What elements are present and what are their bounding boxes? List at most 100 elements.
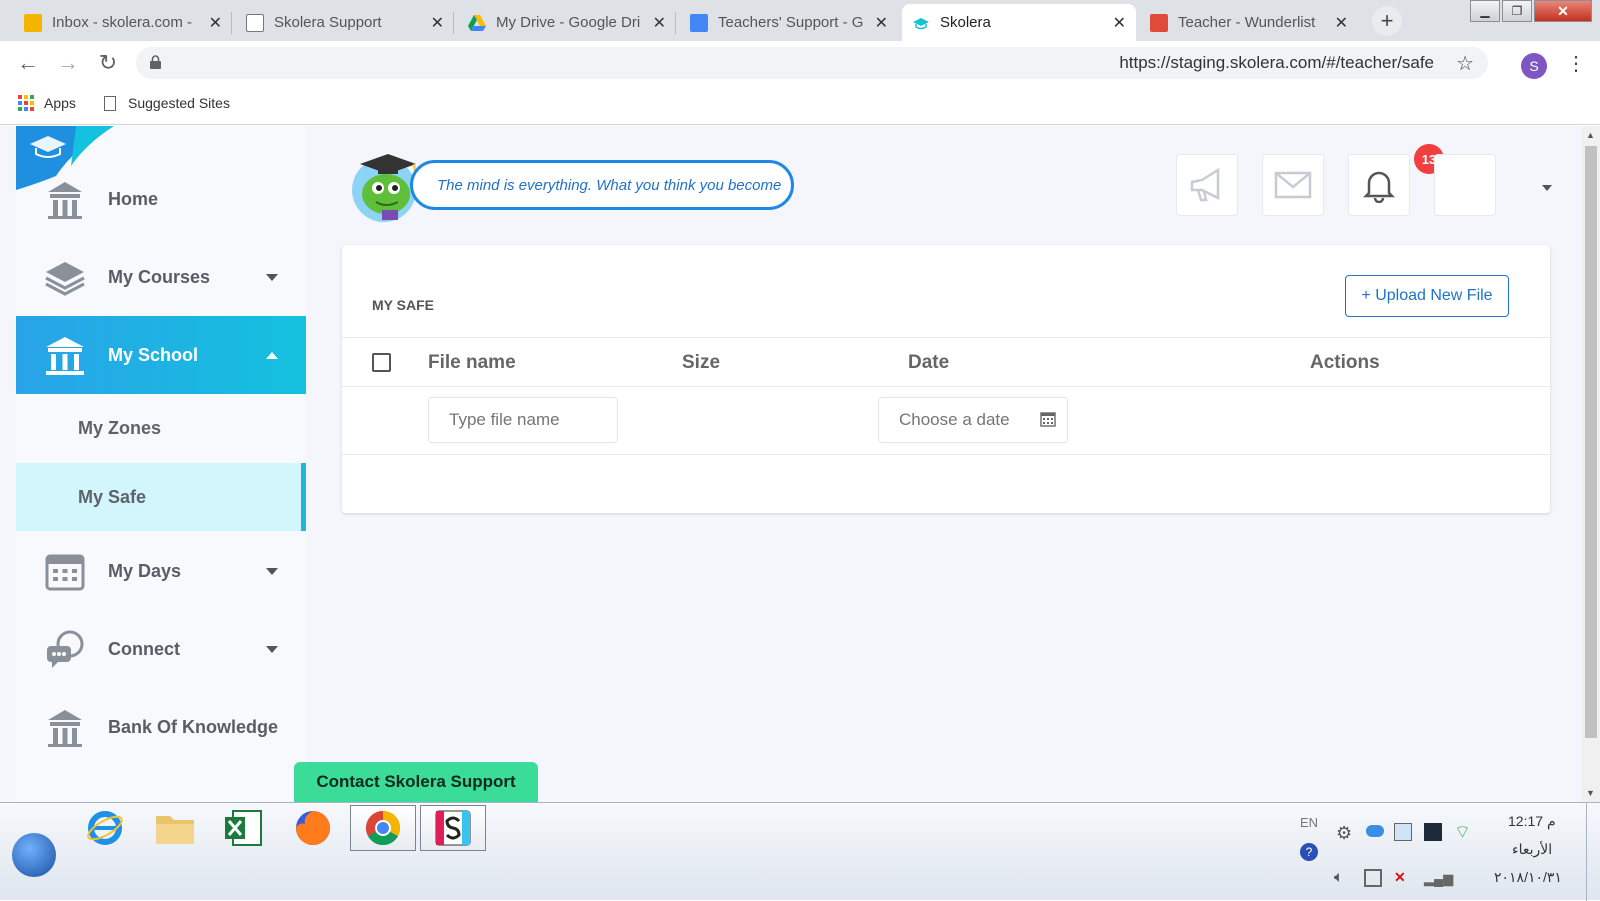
chevron-up-icon[interactable] bbox=[266, 351, 278, 359]
taskbar-excel[interactable] bbox=[210, 805, 276, 851]
google-drive-favicon-icon bbox=[468, 14, 486, 31]
sidebar: Home My Courses My School My Zones My Sa… bbox=[16, 126, 306, 802]
bookmark-apps[interactable]: Apps bbox=[18, 95, 76, 111]
monitor-icon[interactable] bbox=[1424, 823, 1442, 841]
tab-close-icon[interactable]: ✕ bbox=[653, 13, 666, 33]
bookmark-star-icon[interactable]: ☆ bbox=[1456, 51, 1474, 76]
select-all-checkbox[interactable] bbox=[372, 353, 391, 372]
tab-teachers-support[interactable]: Teachers' Support - G ✕ bbox=[680, 4, 898, 41]
tab-close-icon[interactable]: ✕ bbox=[875, 13, 888, 33]
scrollbar-thumb[interactable] bbox=[1585, 146, 1597, 738]
apps-grid-icon bbox=[18, 95, 34, 111]
taskbar-file-explorer[interactable] bbox=[142, 805, 208, 851]
network-disconnected-icon[interactable]: ✕ bbox=[1394, 869, 1412, 887]
sidebar-subitem-my-safe[interactable]: My Safe bbox=[16, 463, 306, 531]
sidebar-item-home[interactable]: Home bbox=[16, 160, 306, 238]
gmail-favicon-icon bbox=[24, 13, 42, 32]
tab-close-icon[interactable]: ✕ bbox=[431, 13, 444, 33]
sidebar-item-my-days[interactable]: My Days bbox=[16, 532, 306, 610]
chevron-down-icon[interactable] bbox=[266, 273, 278, 281]
browser-tabstrip: Inbox - skolera.com - ✕ Skolera Support … bbox=[0, 0, 1600, 41]
tab-close-icon[interactable]: ✕ bbox=[1113, 13, 1126, 33]
reload-icon[interactable]: ↻ bbox=[94, 49, 122, 77]
chat-bubbles-icon bbox=[47, 630, 84, 668]
settings-gear-icon[interactable]: ⚙ bbox=[1336, 823, 1354, 843]
tab-wunderlist[interactable]: Teacher - Wunderlist ✕ bbox=[1140, 4, 1358, 41]
tab-inbox[interactable]: Inbox - skolera.com - ✕ bbox=[14, 4, 232, 41]
bookmark-suggested-sites[interactable]: Suggested Sites bbox=[104, 95, 230, 111]
slack-icon bbox=[435, 810, 471, 846]
calendar-picker-icon[interactable] bbox=[1040, 411, 1056, 427]
speaker-volume-icon[interactable]: 🔈︎ bbox=[1334, 869, 1352, 887]
close-window-button[interactable]: ✕ bbox=[1534, 0, 1592, 22]
taskbar-firefox[interactable] bbox=[280, 805, 346, 851]
column-header-actions: Actions bbox=[1310, 352, 1380, 373]
file-name-filter-input[interactable] bbox=[428, 397, 618, 443]
chevron-down-icon[interactable] bbox=[1542, 185, 1552, 191]
institution-icon bbox=[46, 337, 84, 375]
back-arrow-icon[interactable]: ← bbox=[14, 49, 42, 77]
show-desktop-button[interactable] bbox=[1586, 803, 1600, 901]
chevron-down-icon[interactable] bbox=[266, 567, 278, 575]
section-title: MY SAFE bbox=[372, 297, 434, 313]
google-docs-favicon-icon bbox=[690, 13, 708, 32]
onedrive-cloud-icon[interactable] bbox=[1366, 825, 1384, 837]
page-scrollbar[interactable]: ▲ ▼ bbox=[1582, 126, 1600, 802]
tab-google-drive[interactable]: My Drive - Google Dri ✕ bbox=[458, 4, 676, 41]
messages-button[interactable] bbox=[1262, 154, 1324, 216]
tab-close-icon[interactable]: ✕ bbox=[209, 13, 222, 33]
signal-bars-icon[interactable]: ▂▄▆ bbox=[1424, 871, 1453, 889]
scroll-up-arrow-icon[interactable]: ▲ bbox=[1586, 130, 1595, 140]
maximize-window-button[interactable]: ❐ bbox=[1502, 0, 1532, 22]
scroll-down-arrow-icon[interactable]: ▼ bbox=[1586, 788, 1595, 798]
sidebar-item-bank-of-knowledge[interactable]: Bank Of Knowledge bbox=[16, 688, 306, 766]
tab-skolera-support[interactable]: Skolera Support ✕ bbox=[236, 4, 454, 41]
files-filter-row bbox=[342, 387, 1550, 455]
column-header-size[interactable]: Size bbox=[682, 352, 720, 374]
wifi-signal-icon[interactable]: ⌔ bbox=[1454, 821, 1472, 842]
announcements-button[interactable] bbox=[1176, 154, 1238, 216]
upload-new-file-button[interactable]: + Upload New File bbox=[1345, 275, 1509, 317]
address-bar[interactable]: https://staging.skolera.com/#/teacher/sa… bbox=[136, 47, 1488, 79]
column-header-date[interactable]: Date bbox=[908, 352, 949, 374]
battery-icon[interactable] bbox=[1364, 869, 1382, 887]
taskbar-chrome[interactable] bbox=[350, 805, 416, 851]
url-text: https://staging.skolera.com/#/teacher/sa… bbox=[1119, 53, 1434, 72]
user-avatar-button[interactable] bbox=[1434, 154, 1496, 216]
sidebar-item-label: My School bbox=[108, 344, 199, 365]
clock-date: ٢٠١٨/١٠/٣١ bbox=[1494, 869, 1562, 885]
forward-arrow-icon[interactable]: → bbox=[54, 49, 82, 77]
envelope-icon bbox=[1274, 171, 1312, 199]
main-content: The mind is everything. What you think y… bbox=[320, 126, 1582, 802]
windows-taskbar: EN ? ⚙ ⌔ 🔈︎ ✕ ▂▄▆ 12:17 م الأربعاء ٢٠١٨/… bbox=[0, 802, 1600, 901]
sidebar-item-my-school[interactable]: My School bbox=[16, 316, 306, 394]
sidebar-item-label: Home bbox=[108, 188, 159, 209]
sidebar-item-label: Connect bbox=[108, 638, 180, 659]
new-tab-button[interactable]: + bbox=[1372, 6, 1402, 36]
sidebar-item-label: My Days bbox=[108, 560, 182, 581]
tab-skolera[interactable]: Skolera ✕ bbox=[902, 4, 1136, 41]
taskbar-slack[interactable] bbox=[420, 805, 486, 851]
display-icon[interactable] bbox=[1394, 823, 1412, 841]
sidebar-subitem-my-zones[interactable]: My Zones bbox=[16, 394, 306, 462]
school-building-icon bbox=[48, 182, 82, 219]
minimize-window-button[interactable]: ▁ bbox=[1470, 0, 1500, 22]
sidebar-item-label: Bank Of Knowledge bbox=[108, 716, 279, 737]
contact-support-button[interactable]: Contact Skolera Support bbox=[294, 762, 538, 802]
notifications-button[interactable] bbox=[1348, 154, 1410, 216]
help-icon[interactable]: ? bbox=[1300, 843, 1318, 861]
tab-title: My Drive - Google Dri bbox=[496, 14, 641, 31]
sidebar-item-connect[interactable]: Connect bbox=[16, 610, 306, 688]
column-header-file-name[interactable]: File name bbox=[428, 352, 516, 374]
browser-menu-icon[interactable]: ⋮ bbox=[1566, 51, 1586, 76]
tab-title: Teachers' Support - G bbox=[718, 14, 864, 31]
sidebar-item-my-courses[interactable]: My Courses bbox=[16, 238, 306, 316]
taskbar-internet-explorer[interactable] bbox=[72, 805, 138, 851]
chevron-down-icon[interactable] bbox=[266, 645, 278, 653]
bookmark-label: Apps bbox=[44, 95, 76, 111]
profile-avatar[interactable]: S bbox=[1521, 53, 1547, 79]
clock-time[interactable]: 12:17 م bbox=[1508, 813, 1556, 830]
keyboard-language[interactable]: EN bbox=[1300, 815, 1318, 830]
tab-close-icon[interactable]: ✕ bbox=[1335, 13, 1348, 33]
windows-start-button[interactable] bbox=[12, 833, 56, 877]
